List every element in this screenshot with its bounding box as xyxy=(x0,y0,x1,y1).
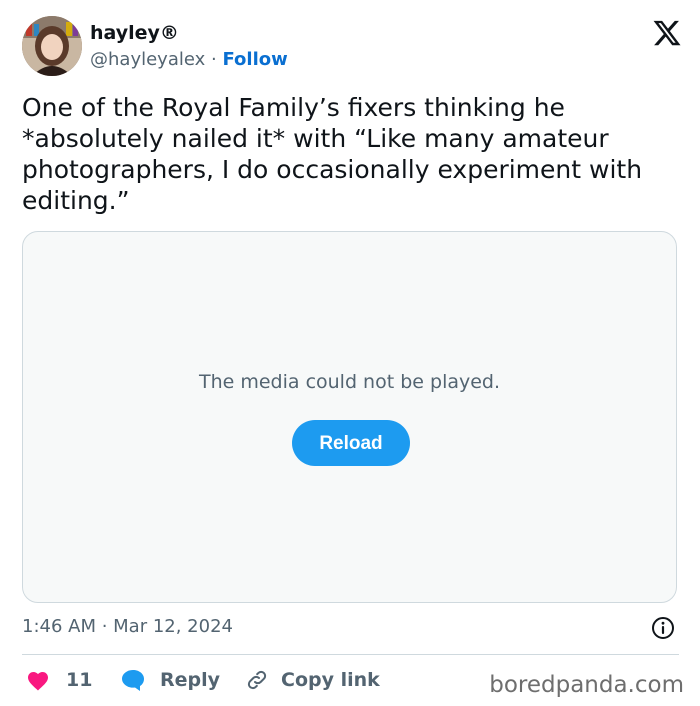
watermark: boredpanda.com xyxy=(489,672,684,698)
link-icon xyxy=(247,670,267,690)
author-handle[interactable]: @hayleyalex xyxy=(90,49,205,70)
separator-dot: · xyxy=(211,49,217,70)
reply-button[interactable]: Reply xyxy=(120,664,220,696)
tweet-timestamp[interactable]: 1:46 AM · Mar 12, 2024 xyxy=(22,616,233,637)
tweet-text: One of the Royal Family’s fixers thinkin… xyxy=(22,93,643,215)
reload-button[interactable]: Reload xyxy=(292,420,410,466)
copy-link-label: Copy link xyxy=(281,669,380,691)
follow-button[interactable]: Follow xyxy=(222,49,287,70)
author-name[interactable]: hayley® xyxy=(90,22,179,44)
speech-bubble-icon xyxy=(122,670,144,691)
divider xyxy=(22,654,679,655)
avatar[interactable] xyxy=(22,16,82,76)
like-count: 11 xyxy=(66,669,93,691)
tweet-header: hayley® @hayleyalex · Follow xyxy=(22,16,682,80)
info-icon[interactable] xyxy=(651,616,675,640)
media-container: The media could not be played. Reload xyxy=(22,231,677,603)
heart-icon xyxy=(28,672,48,691)
reply-label: Reply xyxy=(160,669,221,691)
media-error-message: The media could not be played. xyxy=(198,371,501,393)
copy-link-button[interactable]: Copy link xyxy=(245,664,380,696)
author-handle-row: @hayleyalex · Follow xyxy=(90,49,288,70)
x-logo-icon[interactable] xyxy=(652,18,682,48)
like-button[interactable]: 11 xyxy=(26,664,92,696)
